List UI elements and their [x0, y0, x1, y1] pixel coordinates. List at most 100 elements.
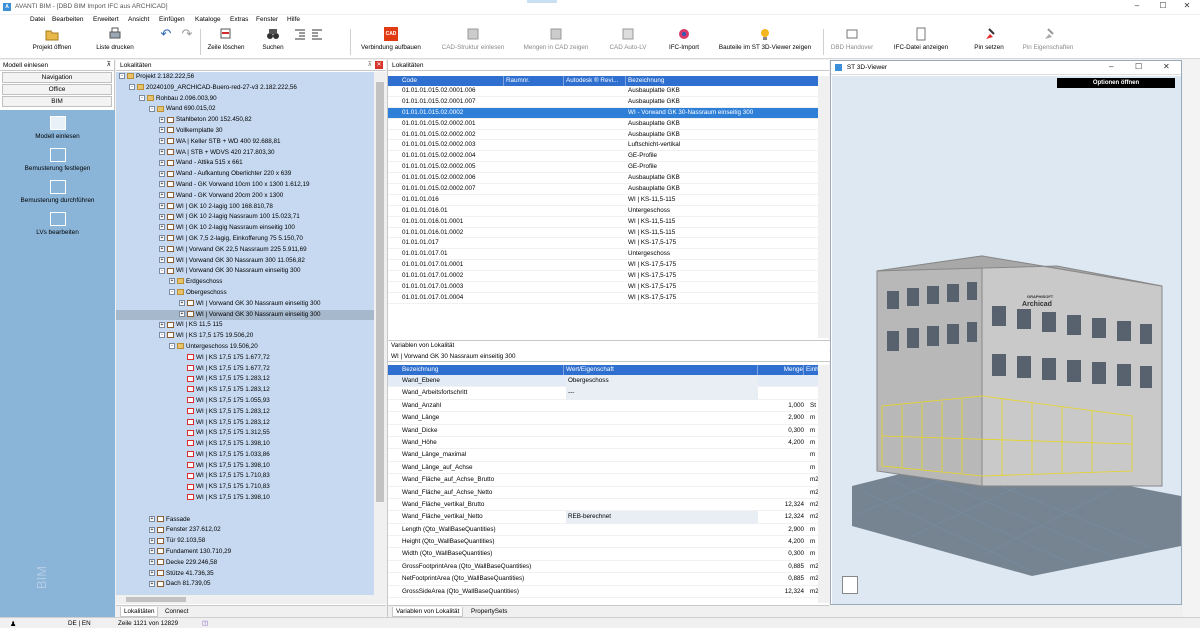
cad-auto-lv-button[interactable]: CAD Auto-LV — [600, 27, 656, 58]
tree-node[interactable]: + WI | GK 10 2-lagig 100 168.810,78 — [116, 202, 374, 213]
tree-horizontal-scrollbar[interactable] — [116, 595, 386, 604]
tree-node[interactable]: + Dach 81.739,05 — [116, 579, 374, 590]
expand-icon[interactable]: + — [149, 537, 155, 544]
expand-icon[interactable]: + — [159, 235, 165, 242]
close-pane-icon[interactable]: ✕ — [375, 61, 383, 69]
expand-icon[interactable]: + — [159, 224, 165, 231]
cad-struktur-einlesen-button[interactable]: CAD-Struktur einlesen — [436, 27, 510, 58]
tree-node[interactable]: WI | KS 17,5 175 1.312,55 — [116, 428, 374, 439]
property-row[interactable]: NetFootprintArea (Qto_WallBaseQuantities… — [388, 573, 819, 586]
table-row[interactable]: 01.01.01.015.02.0002 WI - Vorwand GK 30-N… — [388, 107, 818, 119]
tree-node[interactable]: + Fassade — [116, 515, 374, 526]
property-row[interactable]: Wand_Höhe 4,200 m — [388, 437, 818, 450]
tree-node[interactable]: + Wand - Attika 515 x 661 — [116, 158, 374, 169]
pin-pane-icon[interactable]: ⊼ — [107, 61, 111, 68]
collapse-icon[interactable]: - — [159, 267, 165, 274]
tree-node[interactable]: + WI | KS 11,5 115 — [116, 320, 374, 331]
table-row[interactable]: 01.01.01.015.02.0002.005 GE-Profile — [388, 162, 818, 174]
collapse-icon[interactable]: - — [139, 94, 145, 101]
tree-node[interactable] — [116, 504, 374, 515]
expand-icon[interactable]: + — [159, 192, 165, 199]
modell-einlesen-item[interactable]: Modell einlesen — [0, 116, 115, 140]
expand-icon[interactable]: + — [149, 559, 155, 566]
tree-node[interactable]: + WI | Vorwand GK 30 Nassraum einseitig 3… — [116, 299, 374, 310]
property-row[interactable]: Width (Qto_WallBaseQuantities) 0,300 m — [388, 548, 818, 561]
property-value[interactable]: REB-berechnet — [566, 511, 758, 524]
viewer-maximize-button[interactable]: ☐ — [1135, 62, 1142, 71]
tree-node[interactable]: WI | KS 17,5 175 1.710,83 — [116, 482, 374, 493]
expand-icon[interactable]: + — [169, 278, 175, 285]
verbindung-aufbauen-button[interactable]: CAD Verbindung aufbauen — [355, 27, 427, 58]
property-row[interactable]: Wand_Arbeitsfortschritt --- — [388, 387, 818, 400]
bemusterung-durchfuehren-item[interactable]: Bemusterung durchführen — [0, 180, 115, 204]
property-row[interactable]: Wand_Anzahl 1,000 St — [388, 400, 818, 413]
table-row[interactable]: 01.01.01.015.02.0002.004 GE-Profile — [388, 151, 818, 163]
tab-lokalitaeten[interactable]: Lokalitäten — [120, 607, 159, 617]
property-row[interactable]: Wand_Fläche_vertikal_Netto REB-berechnet 1… — [388, 511, 819, 524]
tree-node[interactable]: - Untergeschoss 19.506,20 — [116, 342, 374, 353]
table-row[interactable]: 01.01.01.015.02.0002.003 Luftschicht-vert… — [388, 140, 818, 152]
mengen-in-cad-zeigen-button[interactable]: Mengen in CAD zeigen — [518, 27, 594, 58]
tree-vertical-scrollbar[interactable] — [374, 72, 386, 595]
expand-icon[interactable]: + — [159, 116, 165, 123]
tree-node[interactable]: + Wand - GK Vorwand 10cm 100 x 1300 1.612… — [116, 180, 374, 191]
property-row[interactable]: Wand_Fläche_auf_Achse_Brutto m2 — [388, 474, 819, 487]
table-row[interactable]: 01.01.01.015.02.0002.006 Ausbauplatte GKB — [388, 173, 818, 185]
lvs-bearbeiten-item[interactable]: LVs bearbeiten — [0, 212, 115, 236]
tree-node[interactable]: WI | KS 17,5 175 1.398,10 — [116, 461, 374, 472]
tree-node[interactable]: WI | KS 17,5 175 1.398,10 — [116, 439, 374, 450]
tree-node[interactable]: + Wand - GK Vorwand 20cm 200 x 1300 — [116, 191, 374, 202]
expand-icon[interactable]: + — [149, 569, 155, 576]
tree-node[interactable]: + Wand - Aufkantung Oberlichter 220 x 639 — [116, 169, 374, 180]
expand-icon[interactable]: + — [159, 148, 165, 155]
property-row[interactable]: Height (Qto_WallBaseQuantities) 4,200 m — [388, 536, 818, 549]
tab-variablen-von-lokalitaet[interactable]: Variablen von Lokalität — [392, 607, 464, 617]
table-row[interactable]: 01.01.01.015.02.0002.007 Ausbauplatte GKB — [388, 184, 818, 195]
tree-node[interactable]: WI | KS 17,5 175 1.283,12 — [116, 418, 374, 429]
column-header-code[interactable]: Code — [402, 76, 504, 86]
table-row[interactable]: 01.01.01.017.01.0002 WI | KS-17,5-175 — [388, 271, 818, 283]
pin-setzen-button[interactable]: Pin setzen — [970, 27, 1008, 58]
menu-erweitert[interactable]: Erweitert — [93, 16, 119, 23]
outdent-button[interactable] — [310, 27, 324, 58]
tree-node[interactable]: + WI | Vorwand GK 22,5 Nassraum 225 5.911… — [116, 245, 374, 256]
column-header-bezeichnung[interactable]: Bezeichnung — [628, 76, 818, 86]
tree-node[interactable]: - 20240109_ARCHICAD-Buero-red-27-v3 2.182… — [116, 83, 374, 94]
tree-node[interactable]: + Stahlbeton 200 152.450,82 — [116, 115, 374, 126]
optionen-oeffnen-button[interactable]: Optionen öffnen — [1057, 78, 1175, 88]
property-row[interactable]: Wand_Länge 2,900 m — [388, 412, 818, 425]
column-header-raumnr[interactable]: Raumnr. — [506, 76, 564, 86]
table-row[interactable]: 01.01.01.015.02.0002.001 Ausbauplatte GKB — [388, 119, 818, 130]
table-row[interactable]: 01.01.01.016.01.0001 WI | KS-11,5-115 — [388, 217, 818, 228]
collapse-icon[interactable]: - — [129, 84, 135, 91]
expand-icon[interactable]: + — [159, 246, 165, 253]
maximize-button[interactable]: ☐ — [1152, 1, 1174, 10]
property-row[interactable]: Wand_Länge_maximal m — [388, 449, 818, 462]
tree-node[interactable]: + WI | GK 7,5 2-lagig, Einkofferung 75 5.… — [116, 234, 374, 245]
expand-icon[interactable]: + — [159, 256, 165, 263]
tree-node[interactable]: + Fundament 130.710,29 — [116, 547, 374, 558]
tree-node[interactable]: - Wand 690.015,02 — [116, 104, 374, 115]
column-header-autodesk[interactable]: Autodesk ® Revi... — [566, 76, 626, 86]
tree-node[interactable]: - Rohbau 2.096.003,90 — [116, 94, 374, 105]
tree-node[interactable]: + Tür 92.103,58 — [116, 536, 374, 547]
expand-icon[interactable]: + — [149, 548, 155, 555]
tree-node[interactable]: + Stütze 41.736,35 — [116, 569, 374, 580]
table-row[interactable]: 01.01.01.015.02.0001.006 Ausbauplatte GKB — [388, 86, 818, 97]
table-row[interactable]: 01.01.01.017.01.0003 WI | KS-17,5-175 — [388, 282, 818, 293]
status-sync-icon[interactable]: ◫ — [202, 620, 208, 627]
zeile-loeschen-button[interactable]: Zeile löschen — [205, 27, 247, 58]
building-model[interactable]: GRAPHISOFT Archicad — [832, 76, 1181, 604]
3d-scene[interactable]: Optionen öffnen GRAPHISOFT Archicad — [832, 76, 1181, 604]
tree-node[interactable]: WI | KS 17,5 175 1.283,12 — [116, 385, 374, 396]
indent-button[interactable] — [293, 27, 307, 58]
expand-icon[interactable]: + — [159, 321, 165, 328]
expand-icon[interactable]: + — [179, 310, 185, 317]
table-row[interactable]: 01.01.01.017.01.0001 WI | KS-17,5-175 — [388, 260, 818, 272]
tree-node[interactable]: WI | KS 17,5 175 1.283,12 — [116, 374, 374, 385]
tree-node[interactable]: + Erdgeschoss — [116, 277, 374, 288]
tree-node[interactable]: + WA | STB + WDVS 420 217.803,30 — [116, 148, 374, 159]
table-row[interactable]: 01.01.01.015.02.0001.007 Ausbauplatte GKB — [388, 97, 818, 108]
table-row[interactable]: 01.01.01.017 WI | KS-17,5-175 — [388, 238, 818, 250]
tab-propertysets[interactable]: PropertySets — [468, 607, 510, 616]
